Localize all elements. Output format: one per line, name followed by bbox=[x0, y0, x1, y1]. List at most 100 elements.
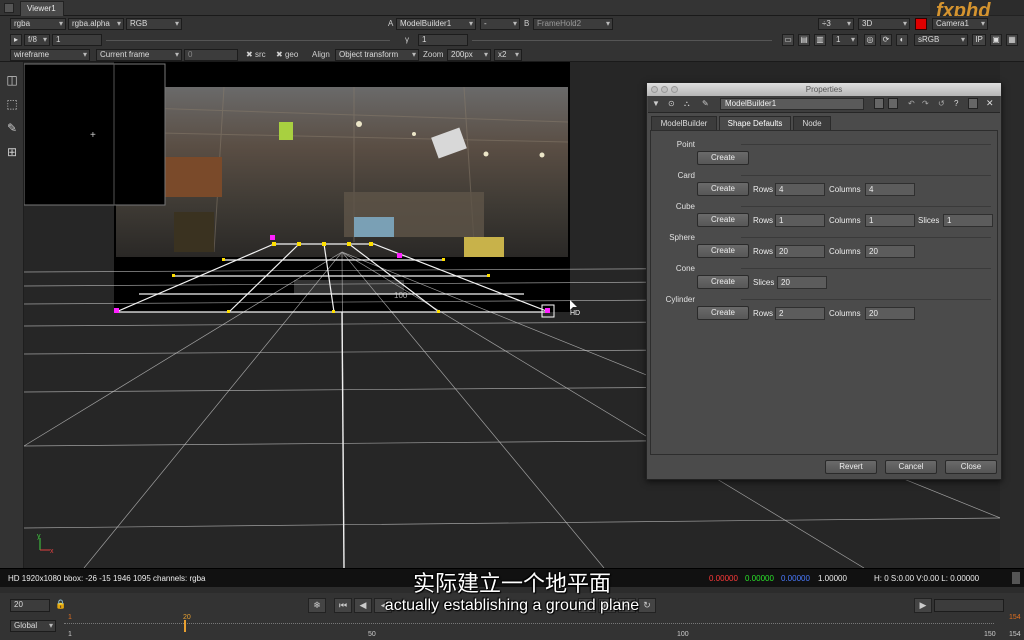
lock-camera-icon[interactable] bbox=[915, 18, 927, 30]
playhead[interactable] bbox=[184, 620, 186, 632]
compare-mode-select[interactable]: - bbox=[480, 18, 520, 30]
cylinder-columns-input[interactable]: 20 bbox=[865, 307, 915, 320]
align-select[interactable]: Object transform bbox=[335, 49, 419, 61]
tick-1: 1 bbox=[68, 631, 72, 638]
node-graph-icon[interactable]: ⛬ bbox=[684, 99, 690, 109]
create-card-button[interactable]: Create bbox=[697, 182, 749, 196]
undo-icon[interactable]: ↶ bbox=[908, 99, 915, 108]
sphere-columns-label: Columns bbox=[829, 247, 861, 256]
monitor-out-icon[interactable]: ▣ bbox=[990, 34, 1002, 46]
create-sphere-button[interactable]: Create bbox=[697, 244, 749, 258]
scope-select[interactable]: Global bbox=[10, 620, 56, 632]
card-columns-label: Columns bbox=[829, 185, 861, 194]
frame-value-input[interactable]: 0 bbox=[184, 49, 238, 61]
scale-select[interactable]: x2 bbox=[494, 49, 522, 61]
input-b-label: B bbox=[524, 19, 530, 28]
alpha-select[interactable]: rgba.alpha bbox=[68, 18, 124, 30]
proxy-icon[interactable]: ▥ bbox=[814, 34, 826, 46]
cube-slices-input[interactable]: 1 bbox=[943, 214, 993, 227]
gamma-input[interactable]: 1 bbox=[418, 34, 468, 46]
cube-columns-label: Columns bbox=[829, 216, 861, 225]
roi-icon[interactable]: ▭ bbox=[782, 34, 794, 46]
card-columns-input[interactable]: 4 bbox=[865, 183, 915, 196]
section-sphere-label: Sphere bbox=[669, 233, 695, 242]
grid-tool-icon[interactable]: ⊞ bbox=[4, 144, 20, 160]
float-panel-icon[interactable]: ⊙ bbox=[668, 99, 675, 108]
float-icon[interactable] bbox=[968, 98, 978, 109]
cube-columns-input[interactable]: 1 bbox=[865, 214, 915, 227]
tab-modelbuilder[interactable]: ModelBuilder bbox=[651, 116, 717, 130]
help-icon[interactable]: ? bbox=[954, 99, 958, 108]
zoom-select[interactable]: 200px bbox=[447, 49, 491, 61]
redo-icon[interactable]: ↷ bbox=[922, 99, 929, 108]
properties-window: Properties ▼ ⊙ ⛬ ✎ ModelBuilder1 ↶ ↷ ↺ ?… bbox=[646, 82, 1002, 480]
camera-select[interactable]: Camera1 bbox=[932, 18, 988, 30]
zoom-label: Zoom bbox=[423, 50, 444, 59]
color-swatch-icon[interactable] bbox=[874, 98, 884, 109]
sphere-columns-input[interactable]: 20 bbox=[865, 245, 915, 258]
align-label: Align bbox=[312, 50, 330, 59]
gain-input[interactable]: 1 bbox=[52, 34, 102, 46]
tick-150: 150 bbox=[984, 631, 996, 638]
revert-icon[interactable]: ↺ bbox=[938, 99, 945, 108]
close-button[interactable]: Close bbox=[945, 460, 997, 474]
fstop-select[interactable]: f/8 bbox=[24, 34, 50, 46]
create-point-button[interactable]: Create bbox=[697, 151, 749, 165]
colorspace-select[interactable]: RGB bbox=[126, 18, 182, 30]
tools-icon[interactable]: ✎ bbox=[702, 99, 709, 108]
create-cone-button[interactable]: Create bbox=[697, 275, 749, 289]
collapse-icon[interactable]: ▼ bbox=[652, 99, 660, 108]
cube-rows-input[interactable]: 1 bbox=[775, 214, 825, 227]
window-minimize-icon[interactable] bbox=[661, 86, 668, 93]
select-tool-icon[interactable]: ⬚ bbox=[4, 96, 20, 112]
input-a-select[interactable]: ModelBuilder1 bbox=[396, 18, 476, 30]
downrez-select[interactable]: ÷3 bbox=[818, 18, 854, 30]
lut-toggle-icon[interactable]: ◐ bbox=[896, 34, 908, 46]
tab-node[interactable]: Node bbox=[793, 116, 831, 130]
gain-slider[interactable] bbox=[106, 40, 390, 41]
cylinder-rows-input[interactable]: 2 bbox=[775, 307, 825, 320]
proxy-select[interactable]: 1 bbox=[832, 34, 858, 46]
exposure-toggle-icon[interactable]: ▸ bbox=[10, 34, 22, 46]
cancel-button[interactable]: Cancel bbox=[885, 460, 937, 474]
color-swatch-2-icon[interactable] bbox=[888, 98, 898, 109]
input-b-select[interactable]: FrameHold2 bbox=[533, 18, 613, 30]
create-cylinder-button[interactable]: Create bbox=[697, 306, 749, 320]
timeline-ruler[interactable] bbox=[64, 623, 994, 627]
cube-slices-label: Slices bbox=[918, 216, 940, 225]
out-marker: 154 bbox=[1009, 614, 1021, 621]
refresh-icon[interactable]: ⟳ bbox=[880, 34, 892, 46]
viewer-options-icon[interactable]: ▦ bbox=[1006, 34, 1018, 46]
wrench-tool-icon[interactable]: ✎ bbox=[4, 120, 20, 136]
tab-viewer1[interactable]: Viewer1 bbox=[20, 1, 64, 16]
tab-shape-defaults[interactable]: Shape Defaults bbox=[719, 116, 791, 130]
geo-checkbox[interactable]: ✖ geo bbox=[276, 50, 298, 60]
frame-mode-select[interactable]: Current frame bbox=[96, 49, 182, 61]
src-checkbox[interactable]: ✖ src bbox=[246, 50, 266, 60]
gamma-slider[interactable] bbox=[472, 40, 772, 41]
properties-titlebar[interactable]: Properties bbox=[647, 83, 1001, 96]
in-marker: 1 bbox=[68, 614, 72, 621]
input-process-button[interactable]: IP bbox=[972, 34, 986, 46]
view-mode-select[interactable]: 3D bbox=[858, 18, 910, 30]
sphere-rows-input[interactable]: 20 bbox=[775, 245, 825, 258]
node-name-input[interactable]: ModelBuilder1 bbox=[720, 98, 864, 110]
window-zoom-icon[interactable] bbox=[671, 86, 678, 93]
create-cube-button[interactable]: Create bbox=[697, 213, 749, 227]
cone-slices-input[interactable]: 20 bbox=[777, 276, 827, 289]
window-close-icon[interactable] bbox=[651, 86, 658, 93]
channels-select[interactable]: rgba bbox=[10, 18, 66, 30]
section-divider bbox=[741, 175, 991, 176]
render-mode-select[interactable]: wireframe bbox=[10, 49, 90, 61]
viewer-tools-strip: ◫ ⬚ ✎ ⊞ bbox=[0, 62, 24, 568]
transform-tool-icon[interactable]: ◫ bbox=[4, 72, 20, 88]
card-rows-input[interactable]: 4 bbox=[775, 183, 825, 196]
panel-menu-icon[interactable] bbox=[4, 3, 14, 13]
lut-select[interactable]: sRGB bbox=[914, 34, 968, 46]
clip-warning-icon[interactable]: ▤ bbox=[798, 34, 810, 46]
revert-button[interactable]: Revert bbox=[825, 460, 877, 474]
close-panel-icon[interactable]: ✕ bbox=[986, 98, 994, 109]
cube-rows-label: Rows bbox=[753, 216, 774, 225]
cone-slices-label: Slices bbox=[753, 278, 775, 287]
pause-icon[interactable]: ◎ bbox=[864, 34, 876, 46]
